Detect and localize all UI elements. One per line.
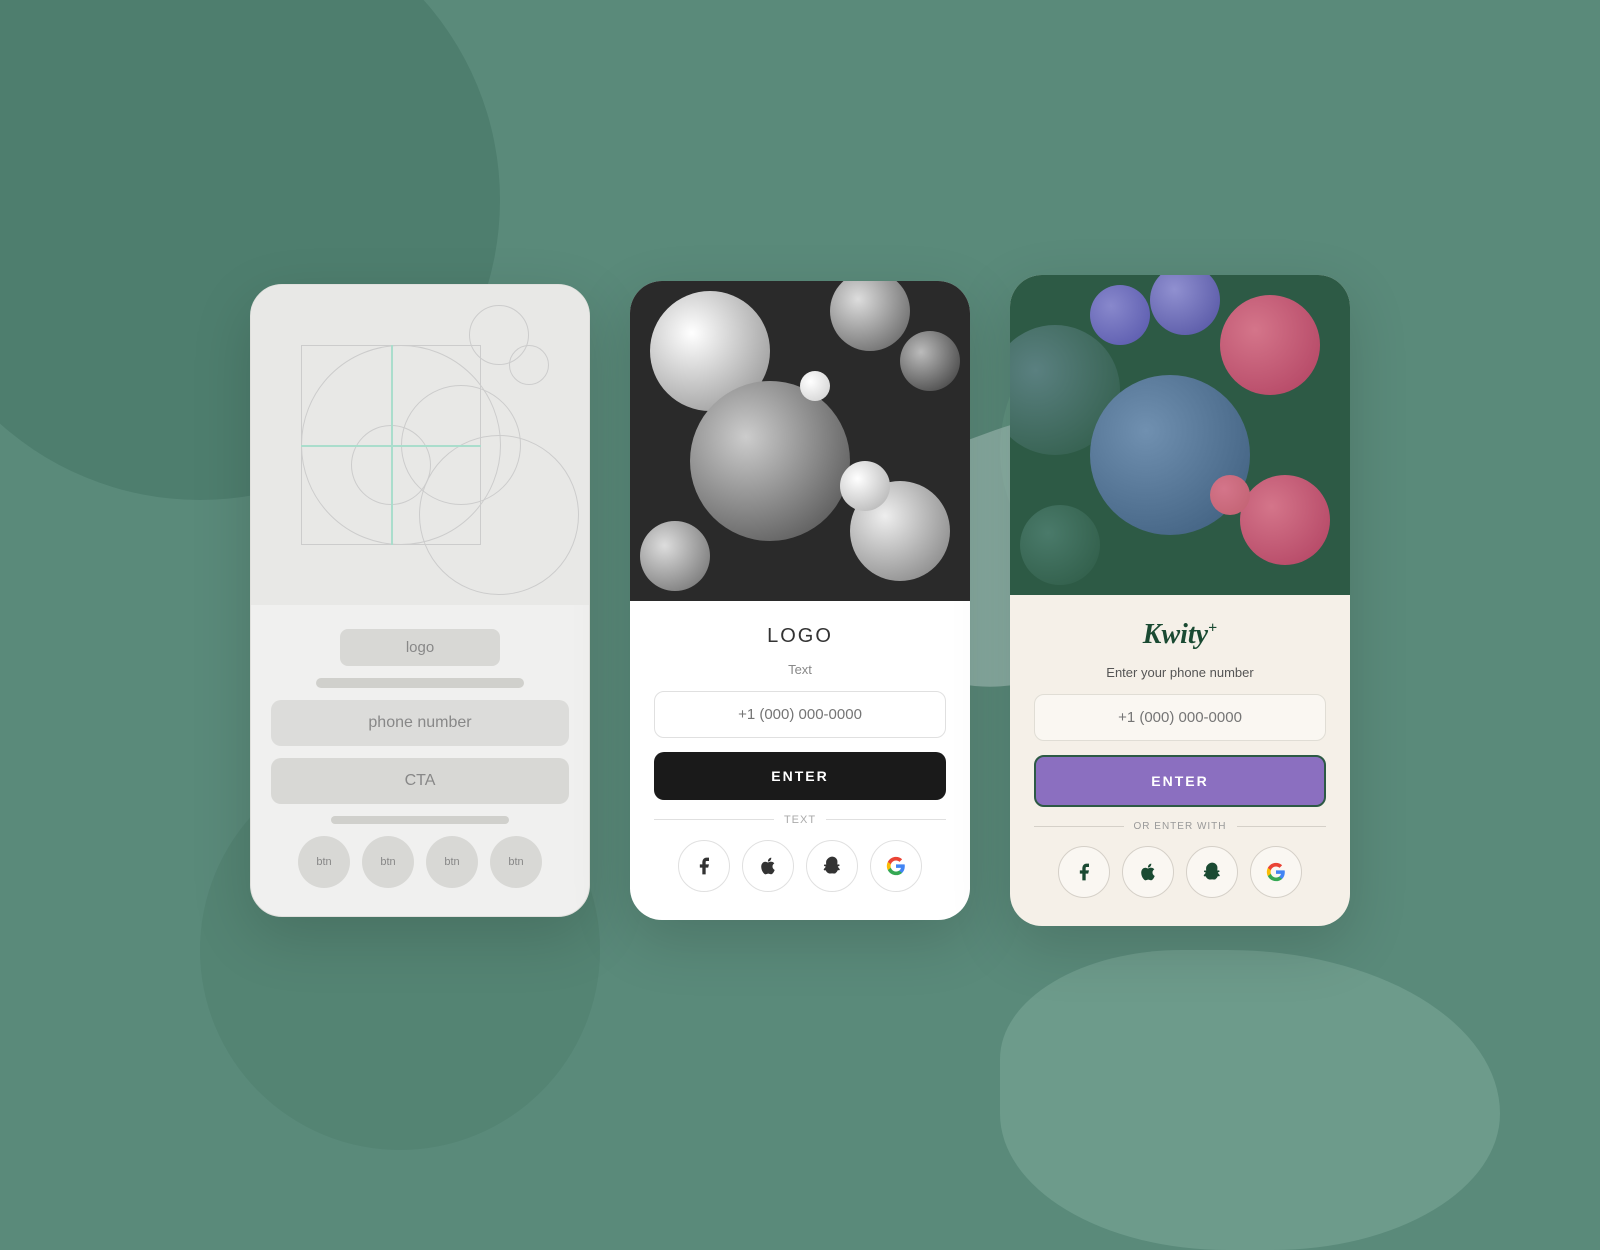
google-icon bbox=[1266, 862, 1286, 882]
c-ball-7 bbox=[1210, 475, 1250, 515]
colored-facebook-button[interactable] bbox=[1058, 846, 1110, 898]
wireframe-cta-button[interactable]: CTA bbox=[271, 758, 569, 804]
colored-content: Kwity+ Enter your phone number ENTER OR … bbox=[1010, 595, 1350, 926]
c-ball-8 bbox=[1020, 505, 1100, 585]
google-icon bbox=[886, 856, 906, 876]
wireframe-content: logo phone number CTA btn btn btn btn bbox=[251, 605, 589, 916]
gs-ball-3 bbox=[900, 331, 960, 391]
colored-divider: OR ENTER WITH bbox=[1034, 821, 1326, 832]
grayscale-divider-line-left bbox=[654, 819, 774, 820]
gs-ball-small bbox=[800, 371, 830, 401]
colored-subtitle: Enter your phone number bbox=[1034, 665, 1326, 680]
wireframe-btn-row: btn btn btn btn bbox=[271, 836, 569, 888]
bg-shape-4 bbox=[1000, 950, 1500, 1250]
grayscale-facebook-button[interactable] bbox=[678, 840, 730, 892]
colored-snapchat-button[interactable] bbox=[1186, 846, 1238, 898]
grayscale-text-label: Text bbox=[654, 662, 946, 677]
wireframe-image bbox=[251, 285, 589, 605]
grayscale-image bbox=[630, 281, 970, 601]
gs-ball-7 bbox=[840, 461, 890, 511]
kwity-logo: Kwity+ bbox=[1034, 619, 1326, 651]
kwity-logo-sup: + bbox=[1208, 619, 1217, 636]
grayscale-divider: TEXT bbox=[654, 814, 946, 826]
wireframe-btn-4[interactable]: btn bbox=[490, 836, 542, 888]
wireframe-card: logo phone number CTA btn btn btn btn bbox=[250, 284, 590, 917]
grayscale-social-row bbox=[654, 840, 946, 892]
wireframe-btn-2[interactable]: btn bbox=[362, 836, 414, 888]
c-ball-2 bbox=[1150, 275, 1220, 335]
colored-google-button[interactable] bbox=[1250, 846, 1302, 898]
colored-card: Kwity+ Enter your phone number ENTER OR … bbox=[1010, 275, 1350, 926]
colored-divider-line-left bbox=[1034, 826, 1124, 827]
grayscale-phone-input[interactable] bbox=[654, 691, 946, 738]
snapchat-icon bbox=[822, 856, 842, 876]
facebook-icon bbox=[694, 856, 714, 876]
colored-apple-button[interactable] bbox=[1122, 846, 1174, 898]
colored-phone-input[interactable] bbox=[1034, 694, 1326, 741]
wireframe-circles bbox=[251, 285, 589, 605]
colored-image bbox=[1010, 275, 1350, 595]
wireframe-logo: logo bbox=[340, 629, 500, 666]
colored-divider-line-right bbox=[1237, 826, 1327, 827]
colored-social-row bbox=[1034, 846, 1326, 898]
wf-circle-5 bbox=[509, 345, 549, 385]
kwity-logo-text: Kwity bbox=[1143, 619, 1208, 650]
c-ball-1 bbox=[1220, 295, 1320, 395]
apple-icon bbox=[1138, 862, 1158, 882]
grayscale-divider-text: TEXT bbox=[784, 814, 816, 826]
grayscale-apple-button[interactable] bbox=[742, 840, 794, 892]
gs-ball-4 bbox=[690, 381, 850, 541]
wireframe-line-1 bbox=[316, 678, 525, 688]
gs-ball-6 bbox=[640, 521, 710, 591]
colored-enter-button[interactable]: ENTER bbox=[1034, 755, 1326, 807]
apple-icon bbox=[758, 856, 778, 876]
wireframe-phone-input[interactable]: phone number bbox=[271, 700, 569, 746]
facebook-icon bbox=[1074, 862, 1094, 882]
grayscale-google-button[interactable] bbox=[870, 840, 922, 892]
colored-divider-text: OR ENTER WITH bbox=[1134, 821, 1227, 832]
wireframe-btn-3[interactable]: btn bbox=[426, 836, 478, 888]
grayscale-card: LOGO Text ENTER TEXT bbox=[630, 281, 970, 920]
grayscale-divider-line-right bbox=[826, 819, 946, 820]
grayscale-snapchat-button[interactable] bbox=[806, 840, 858, 892]
wireframe-btn-1[interactable]: btn bbox=[298, 836, 350, 888]
grayscale-logo: LOGO bbox=[654, 625, 946, 648]
cards-container: logo phone number CTA btn btn btn btn bbox=[250, 275, 1350, 926]
grayscale-content: LOGO Text ENTER TEXT bbox=[630, 601, 970, 920]
snapchat-icon bbox=[1202, 862, 1222, 882]
c-ball-6 bbox=[1090, 285, 1150, 345]
grayscale-enter-button[interactable]: ENTER bbox=[654, 752, 946, 800]
c-ball-5 bbox=[1240, 475, 1330, 565]
wf-rect-3 bbox=[301, 445, 481, 447]
gs-ball-2 bbox=[830, 281, 910, 351]
wireframe-line-2 bbox=[331, 816, 510, 824]
